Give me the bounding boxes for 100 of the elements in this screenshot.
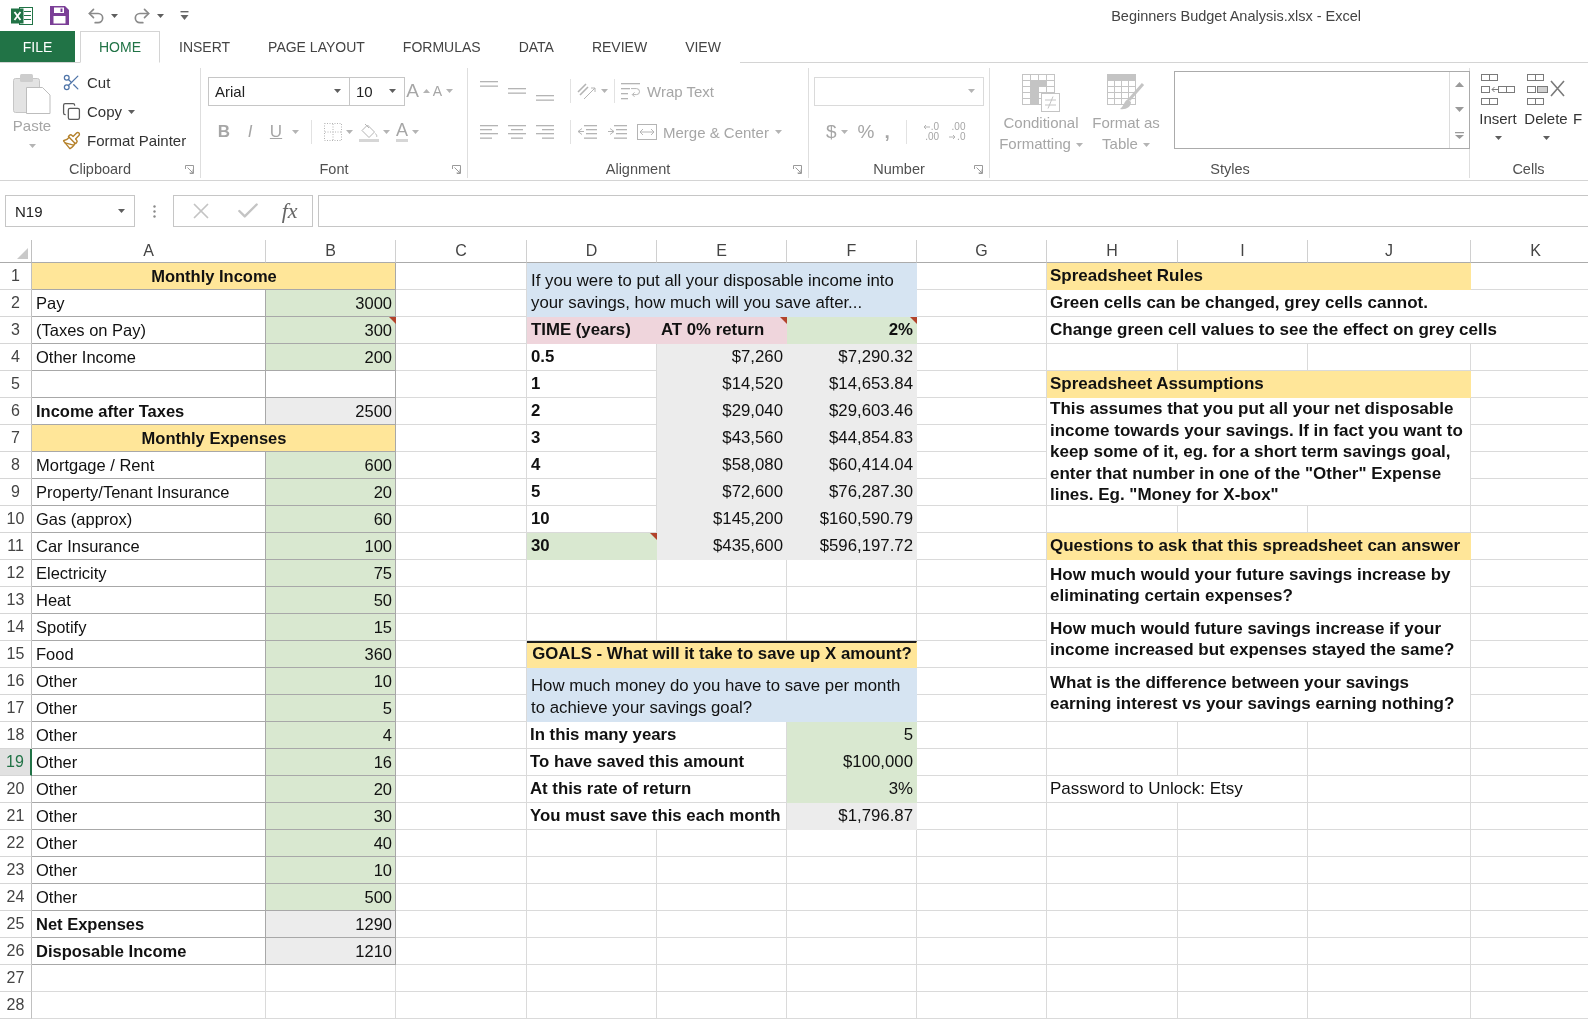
sheet-cell[interactable]: $160,590.79 (787, 506, 917, 533)
align-middle-icon[interactable] (508, 88, 526, 94)
sheet-cell[interactable]: 1210 (266, 938, 396, 965)
sheet-cell[interactable]: 1290 (266, 911, 396, 938)
sheet-cell[interactable]: How much would your future savings increase by eliminating certain expenses? (1047, 560, 1471, 614)
sheet-cell[interactable]: 50 (266, 587, 396, 614)
sheet-cell[interactable]: $58,080 (657, 452, 787, 479)
sheet-cell[interactable]: Other (32, 776, 266, 803)
ribbon-tab[interactable]: HOME (80, 31, 160, 63)
sheet-cell[interactable]: $29,603.46 (787, 398, 917, 425)
sheet-cell[interactable]: 10 (266, 668, 396, 695)
row-header[interactable]: 8 (0, 452, 32, 479)
row-header[interactable]: 14 (0, 614, 32, 641)
align-top-icon[interactable] (480, 81, 498, 87)
sheet-cell[interactable]: 5 (787, 722, 917, 749)
sheet-cell[interactable]: Gas (approx) (32, 506, 266, 533)
column-header[interactable]: E (657, 240, 787, 263)
row-header[interactable]: 17 (0, 695, 32, 722)
sheet-cell[interactable]: 4 (266, 722, 396, 749)
align-left-icon[interactable] (480, 125, 498, 139)
row-header[interactable]: 26 (0, 938, 32, 965)
align-right-icon[interactable] (536, 125, 554, 139)
save-icon[interactable] (50, 6, 69, 25)
sheet-cell[interactable]: 500 (266, 884, 396, 911)
column-header[interactable]: C (396, 240, 527, 263)
section-heading[interactable]: Monthly Expenses (32, 425, 396, 452)
row-header[interactable]: 19 (0, 749, 32, 776)
sheet-cell[interactable]: $1,796.87 (787, 803, 917, 830)
row-header[interactable]: 21 (0, 803, 32, 830)
sheet-cell[interactable]: Property/Tenant Insurance (32, 479, 266, 506)
row-header[interactable]: 25 (0, 911, 32, 938)
sheet-cell[interactable]: Net Expenses (32, 911, 266, 938)
sheet-cell[interactable]: Food (32, 641, 266, 668)
sheet-cell[interactable]: Income after Taxes (32, 398, 266, 425)
sheet-cell[interactable]: If you were to put all your disposable income into your savings, how much will you save after... (527, 263, 917, 317)
section-heading[interactable]: Spreadsheet Rules (1047, 263, 1471, 290)
column-heading[interactable]: TIME (years) (527, 317, 657, 344)
sheet-cell[interactable]: Heat (32, 587, 266, 614)
dialog-launcher-icon[interactable] (793, 164, 802, 174)
sheet-cell[interactable]: This assumes that you put all your net disposable income towards your savings. If in fact you want to keep some of it, eg. for a short term savings goal, enter that number in one of the "Other" Expense lines. Eg. "Money for X-box" (1047, 398, 1471, 506)
sheet-cell[interactable]: 300 (266, 317, 396, 344)
row-header[interactable]: 24 (0, 884, 32, 911)
insert-function-button[interactable]: fx (281, 198, 298, 224)
cut-button[interactable]: Cut (62, 68, 187, 97)
sheet-cell[interactable]: $43,560 (657, 425, 787, 452)
copy-button[interactable]: Copy (62, 97, 187, 126)
section-heading[interactable]: GOALS - What will it take to save up X amount? (527, 641, 917, 668)
column-header[interactable]: G (917, 240, 1047, 263)
customize-menu-icon[interactable] (180, 11, 189, 20)
sheet-cell[interactable]: 20 (266, 479, 396, 506)
dialog-launcher-icon[interactable] (974, 164, 983, 174)
undo-icon[interactable] (86, 5, 106, 26)
column-heading[interactable]: AT 0% return (657, 317, 787, 344)
row-header[interactable]: 28 (0, 992, 32, 1019)
sheet-cell[interactable]: Other (32, 857, 266, 884)
sheet-cell[interactable]: $14,520 (657, 371, 787, 398)
row-header[interactable]: 7 (0, 425, 32, 452)
sheet-cell[interactable]: Other Income (32, 344, 266, 371)
row-header[interactable]: 12 (0, 560, 32, 587)
row-header[interactable]: 6 (0, 398, 32, 425)
sheet-cell[interactable]: 600 (266, 452, 396, 479)
sheet-cell[interactable]: 5 (266, 695, 396, 722)
sheet-cell[interactable]: How much would future savings increase if your income increased but expenses stayed the same? (1047, 614, 1471, 668)
sheet-cell[interactable]: $14,653.84 (787, 371, 917, 398)
sheet-cell[interactable]: 20 (266, 776, 396, 803)
sheet-cell[interactable]: $596,197.72 (787, 533, 917, 560)
align-bottom-icon[interactable] (536, 95, 554, 101)
sheet-cell[interactable]: Other (32, 749, 266, 776)
sheet-cell[interactable]: 3% (787, 776, 917, 803)
row-header[interactable]: 2 (0, 290, 32, 317)
column-header[interactable]: H (1047, 240, 1178, 263)
column-heading[interactable]: 2% (787, 317, 917, 344)
sheet-cell[interactable]: Spotify (32, 614, 266, 641)
vertical-dots-icon[interactable] (153, 204, 156, 218)
row-header[interactable]: 10 (0, 506, 32, 533)
row-header[interactable]: 3 (0, 317, 32, 344)
sheet-cell[interactable]: 200 (266, 344, 396, 371)
column-header[interactable]: A (32, 240, 266, 263)
file-tab[interactable]: FILE (0, 31, 75, 62)
sheet-cell[interactable]: 10 (266, 857, 396, 884)
decrease-indent-icon[interactable] (577, 125, 597, 139)
sheet-cell[interactable]: 16 (266, 749, 396, 776)
format-button[interactable]: F (1572, 68, 1583, 129)
row-header[interactable]: 27 (0, 965, 32, 992)
format-painter-button[interactable]: Format Painter (62, 126, 187, 155)
row-header[interactable]: 5 (0, 371, 32, 398)
row-header[interactable]: 4 (0, 344, 32, 371)
sheet-cell[interactable]: 15 (266, 614, 396, 641)
sheet-cell[interactable]: Other (32, 695, 266, 722)
sheet-cell[interactable]: 360 (266, 641, 396, 668)
sheet-cell[interactable]: $29,040 (657, 398, 787, 425)
sheet-cell[interactable]: Other (32, 668, 266, 695)
name-box[interactable]: N19 (5, 195, 135, 227)
sheet-cell[interactable]: (Taxes on Pay) (32, 317, 266, 344)
row-header[interactable]: 16 (0, 668, 32, 695)
sheet-cell[interactable]: 30 (266, 803, 396, 830)
column-header[interactable]: D (527, 240, 657, 263)
row-header[interactable]: 23 (0, 857, 32, 884)
align-center-icon[interactable] (508, 125, 526, 139)
sheet-cell[interactable]: $76,287.30 (787, 479, 917, 506)
